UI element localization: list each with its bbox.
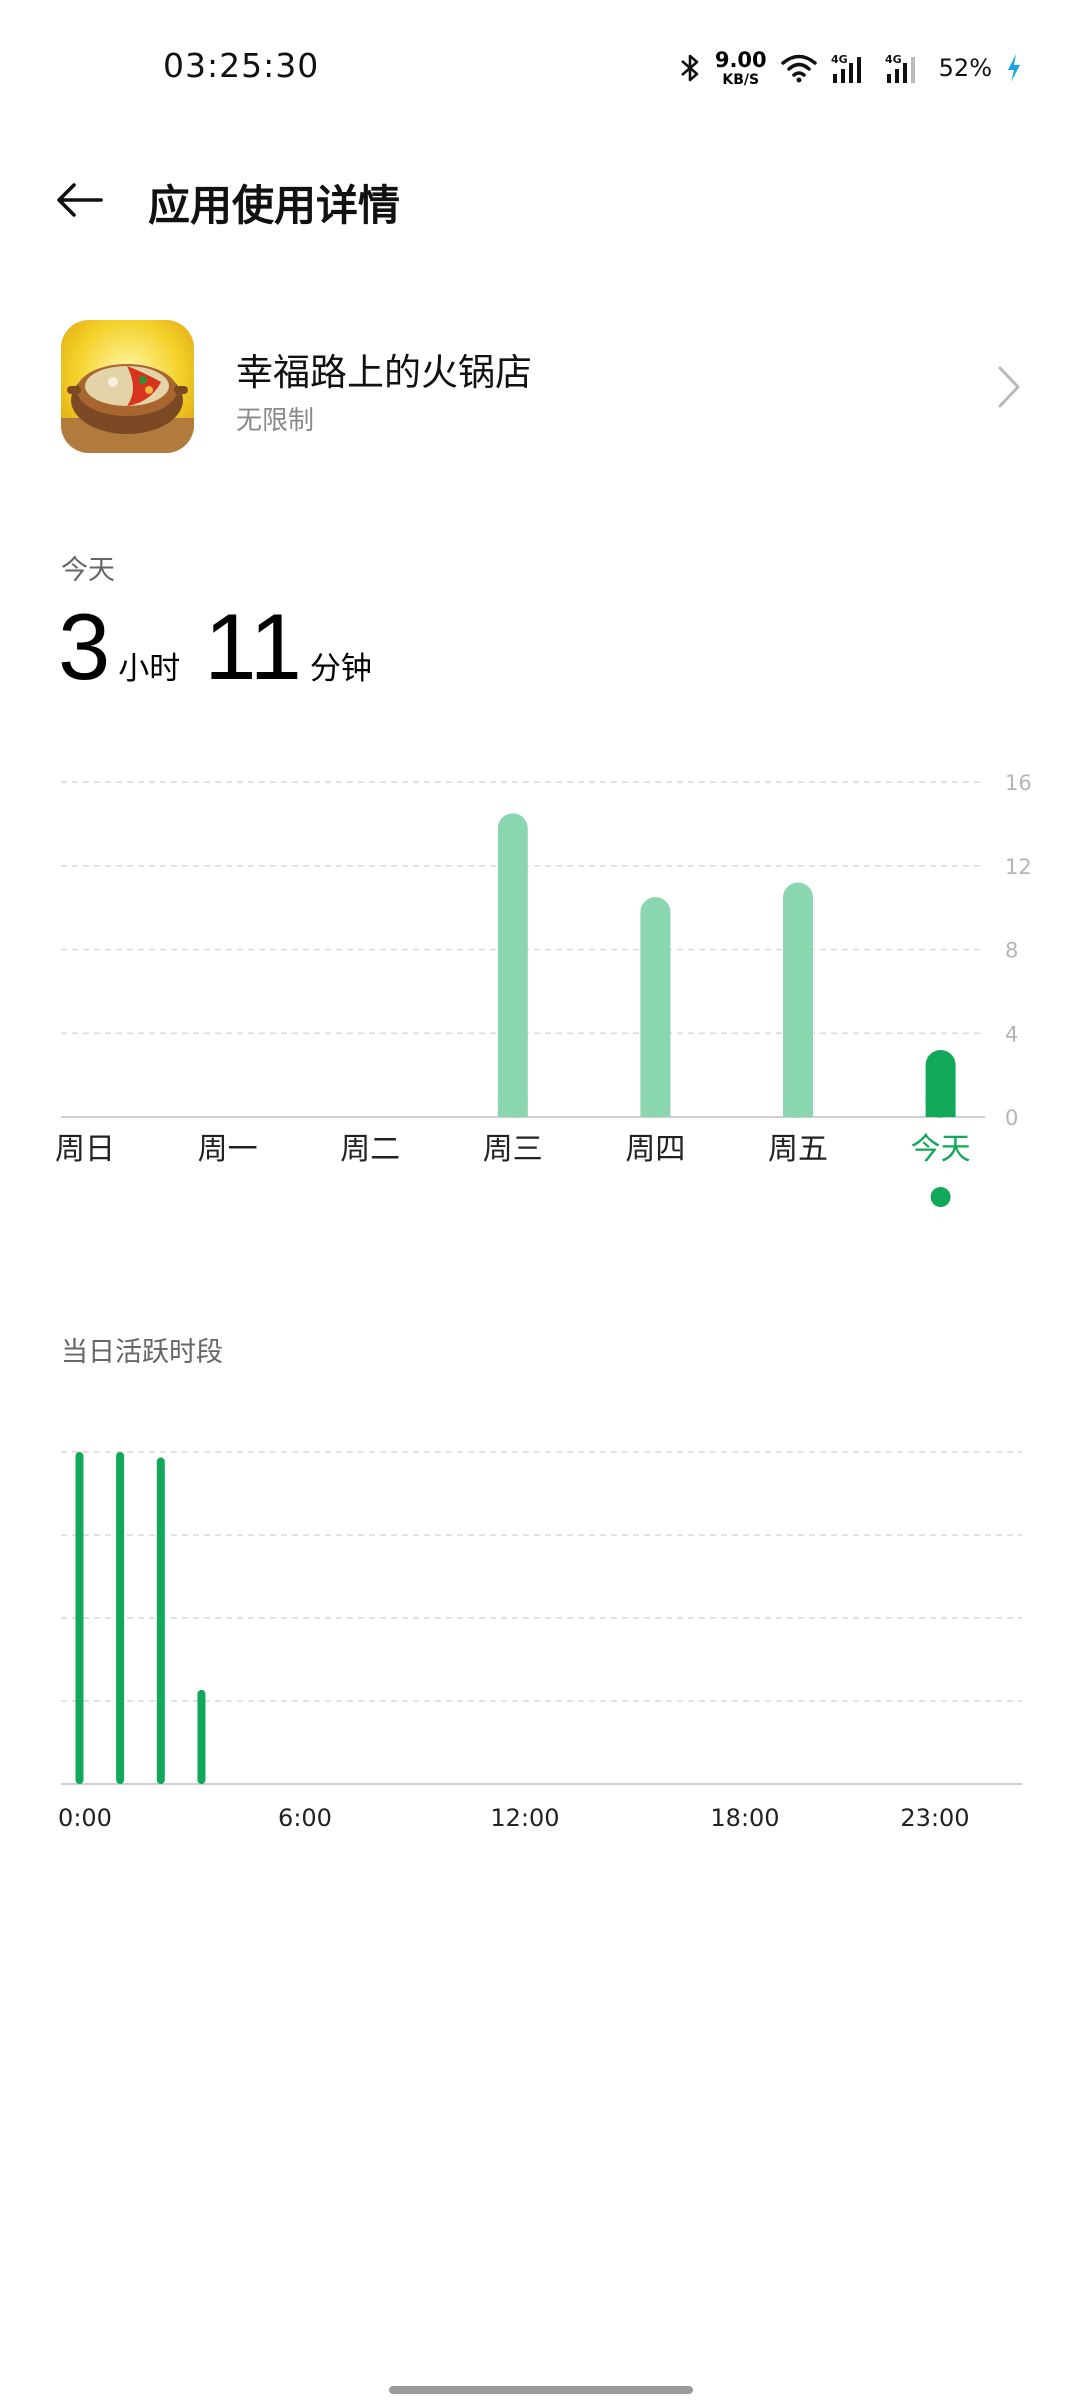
signal-icon-sim2: 4G <box>885 52 925 84</box>
x-tick-label[interactable]: 周三 <box>483 1132 543 1167</box>
today-label: 今天 <box>61 555 115 586</box>
x-tick-label[interactable]: 周四 <box>625 1132 685 1167</box>
usage-hours: 3 <box>58 594 111 699</box>
active-period-bar <box>156 1457 165 1784</box>
selected-day-dot <box>930 1187 951 1207</box>
home-indicator[interactable] <box>389 2386 693 2394</box>
bluetooth-icon <box>679 53 701 83</box>
usage-duration: 3 小时 11 分钟 <box>58 600 396 694</box>
net-speed: 9.00 KB/S <box>714 47 767 88</box>
usage-bar[interactable] <box>497 813 528 1118</box>
y-tick-label: 8 <box>1005 939 1018 963</box>
arrow-left-icon <box>57 183 103 217</box>
active-period-label: 当日活跃时段 <box>61 1337 223 1368</box>
y-tick-label: 4 <box>1005 1022 1018 1046</box>
x-tick-label[interactable]: 周一 <box>198 1132 258 1167</box>
usage-hours-unit: 小时 <box>118 651 181 687</box>
net-speed-value: 9.00 <box>714 47 767 72</box>
status-bar: 03:25:30 9.00 KB/S 4G 4G 52% <box>0 0 1080 130</box>
usage-bar[interactable] <box>640 897 671 1118</box>
page-title: 应用使用详情 <box>148 181 401 230</box>
signal1-label: 4G <box>831 53 848 66</box>
hotpot-app-icon <box>61 320 194 453</box>
usage-bar-base <box>925 1102 956 1117</box>
y-tick-label: 0 <box>1005 1106 1018 1130</box>
weekly-usage-chart[interactable]: 16 12 8 4 0 周日 周一 周二 周三 周四 周五 今天 <box>0 740 1080 1220</box>
x-tick-label: 12:00 <box>490 1804 559 1832</box>
status-icons: 9.00 KB/S 4G 4G 52% <box>679 48 1022 88</box>
app-card[interactable]: 幸福路上的火锅店 无限制 <box>0 300 1080 470</box>
x-tick-label[interactable]: 周二 <box>340 1132 400 1167</box>
y-tick-label: 12 <box>1005 855 1032 879</box>
usage-bar-base <box>497 1102 528 1117</box>
app-restriction-status: 无限制 <box>236 406 315 436</box>
wifi-icon <box>780 53 817 83</box>
y-tick-label: 16 <box>1005 771 1032 795</box>
usage-minutes: 11 <box>204 594 302 699</box>
back-button[interactable] <box>50 170 110 230</box>
x-tick-label: 23:00 <box>900 1804 969 1832</box>
x-tick-label: 18:00 <box>710 1804 779 1832</box>
status-time: 03:25:30 <box>163 46 320 85</box>
usage-minutes-unit: 分钟 <box>309 651 372 687</box>
active-period-bar <box>197 1689 206 1784</box>
x-tick-label[interactable]: 今天 <box>911 1132 971 1167</box>
net-speed-unit: KB/S <box>722 71 760 88</box>
signal2-label: 4G <box>885 53 902 66</box>
active-period-bar <box>75 1452 84 1784</box>
x-tick-label[interactable]: 周五 <box>768 1132 828 1167</box>
active-period-bar <box>116 1452 125 1784</box>
x-tick-label[interactable]: 周日 <box>55 1132 115 1167</box>
x-tick-label: 0:00 <box>58 1804 112 1832</box>
app-name: 幸福路上的火锅店 <box>236 351 532 394</box>
battery-percent: 52% <box>938 54 992 82</box>
signal-icon-sim1: 4G <box>831 52 871 84</box>
usage-bar-base <box>783 1102 813 1117</box>
chevron-right-icon <box>998 366 1020 408</box>
usage-bar-base <box>640 1102 671 1117</box>
daily-active-chart: 0:00 6:00 12:00 18:00 23:00 <box>58 1451 1022 1832</box>
x-tick-label: 6:00 <box>278 1804 332 1832</box>
charging-bolt-icon <box>1006 53 1022 83</box>
usage-bar[interactable] <box>783 882 813 1118</box>
